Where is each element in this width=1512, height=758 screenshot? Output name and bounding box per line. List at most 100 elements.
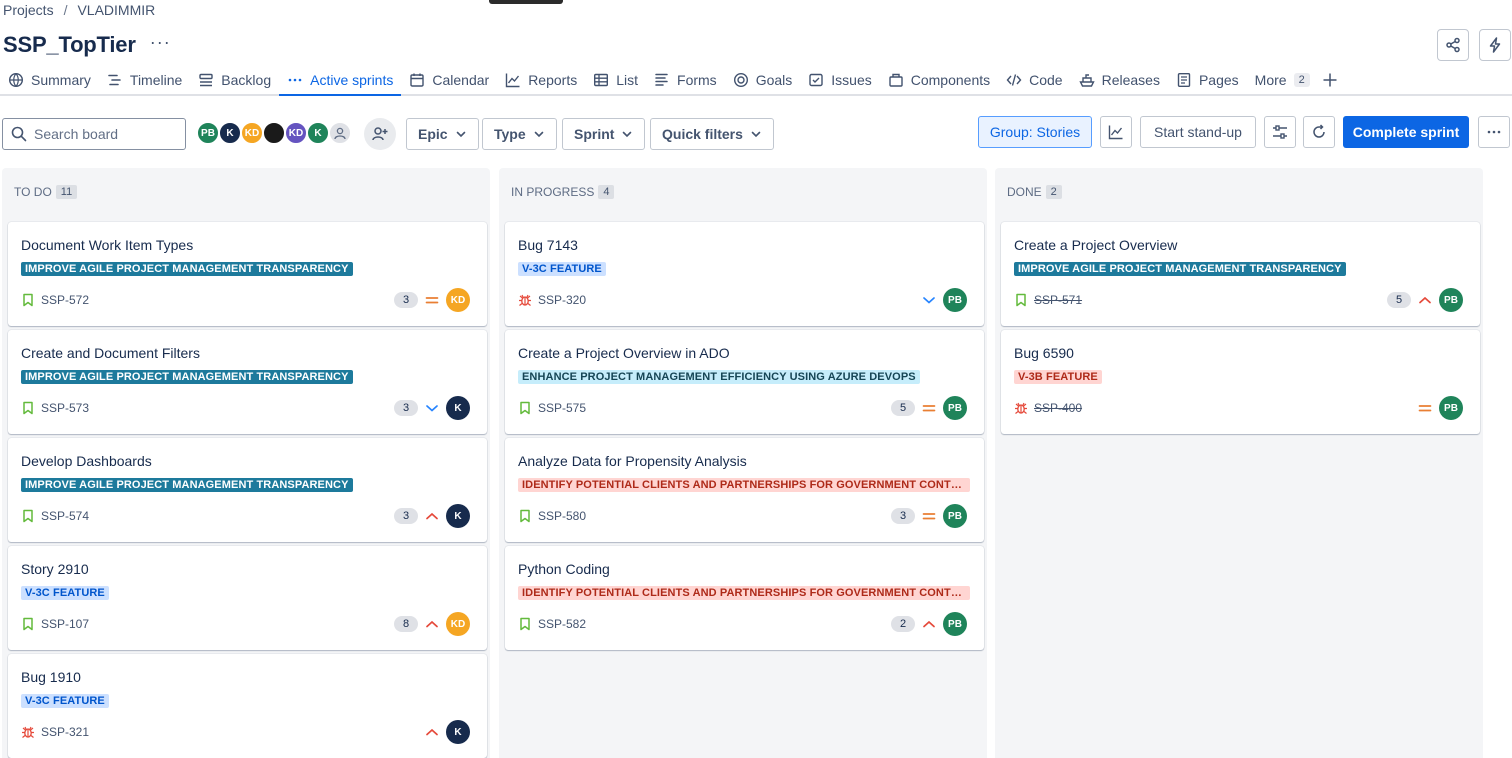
plus-icon — [1322, 72, 1338, 88]
tab-calendar[interactable]: Calendar — [401, 66, 497, 94]
issue-card[interactable]: Bug 6590 V-3B FEATURE SSP-400 PB — [1001, 330, 1480, 434]
epic-badge: IMPROVE AGILE PROJECT MANAGEMENT TRANSPA… — [1014, 262, 1346, 276]
add-tab-button[interactable] — [1318, 66, 1342, 94]
issue-key-text[interactable]: SSP-580 — [538, 509, 586, 523]
epic-badge: V-3C FEATURE — [21, 586, 109, 600]
view-settings-button[interactable] — [1264, 116, 1296, 148]
assignee-avatar[interactable]: KD — [446, 612, 470, 636]
issue-key-text[interactable]: SSP-400 — [1034, 401, 1082, 415]
refresh-icon — [1313, 124, 1325, 138]
tab-label: Calendar — [432, 72, 490, 88]
assignee-avatar[interactable]: KD — [446, 288, 470, 312]
issue-key-text[interactable]: SSP-107 — [41, 617, 89, 631]
list-icon — [593, 72, 609, 88]
filter-sprint-dropdown[interactable]: Sprint — [562, 118, 646, 150]
issue-card[interactable]: Create and Document Filters IMPROVE AGILE… — [8, 330, 487, 434]
filter-quick-filters-dropdown[interactable]: Quick filters — [650, 118, 774, 150]
epic-badge: IDENTIFY POTENTIAL CLIENTS AND PARTNERSH… — [518, 478, 970, 492]
tab-pages[interactable]: Pages — [1168, 66, 1247, 94]
issue-key-text[interactable]: SSP-574 — [41, 509, 89, 523]
tab-goals[interactable]: Goals — [725, 66, 801, 94]
assignee-avatar[interactable]: PB — [1439, 288, 1463, 312]
add-people-button[interactable] — [364, 118, 396, 150]
assignee-avatar[interactable]: PB — [943, 612, 967, 636]
retro-button[interactable] — [1303, 116, 1335, 148]
start-standup-button[interactable]: Start stand-up — [1140, 116, 1256, 148]
story-icon — [1014, 293, 1028, 307]
issue-key-text[interactable]: SSP-320 — [538, 293, 586, 307]
assignee-avatar[interactable]: K — [446, 504, 470, 528]
column-name: DONE — [1007, 185, 1042, 199]
card-meta: 3 KD — [394, 288, 470, 312]
card-title: Create a Project Overview — [1014, 237, 1178, 253]
group-by-button[interactable]: Group: Stories — [978, 116, 1092, 148]
assignee-avatar[interactable]: KD — [284, 121, 308, 145]
issue-card[interactable]: Create a Project Overview in ADO ENHANCE … — [505, 330, 984, 434]
breadcrumb-separator: / — [63, 2, 68, 18]
epic-badge: IDENTIFY POTENTIAL CLIENTS AND PARTNERSH… — [518, 586, 970, 600]
issue-key-text[interactable]: SSP-572 — [41, 293, 89, 307]
tab-components[interactable]: Components — [880, 66, 998, 94]
assignee-avatar[interactable]: K — [446, 720, 470, 744]
issue-card[interactable]: Bug 7143 V-3C FEATURE SSP-320 PB — [505, 222, 984, 326]
assignee-avatar[interactable]: PB — [1439, 396, 1463, 420]
tab-forms[interactable]: Forms — [646, 66, 725, 94]
breadcrumb-projects-link[interactable]: Projects — [3, 2, 54, 18]
assignee-avatar[interactable]: K — [446, 396, 470, 420]
assignee-avatar[interactable] — [328, 121, 352, 145]
card-meta: 8 KD — [394, 612, 470, 636]
filter-label: Sprint — [574, 126, 615, 142]
assignee-avatar[interactable]: K — [306, 121, 330, 145]
tab-label: More — [1254, 72, 1287, 88]
tab-timeline[interactable]: Timeline — [99, 66, 190, 94]
tab-releases[interactable]: Releases — [1071, 66, 1168, 94]
issue-card[interactable]: Create a Project Overview IMPROVE AGILE P… — [1001, 222, 1480, 326]
issue-key-text[interactable]: SSP-575 — [538, 401, 586, 415]
breadcrumb-project-link[interactable]: VLADIMMIR — [77, 2, 155, 18]
filter-type-dropdown[interactable]: Type — [482, 118, 557, 150]
share-button[interactable] — [1437, 29, 1469, 61]
complete-sprint-button[interactable]: Complete sprint — [1343, 116, 1469, 148]
tab-reports[interactable]: Reports — [497, 66, 585, 94]
tab-more[interactable]: More 2 — [1247, 66, 1318, 94]
tab-list[interactable]: List — [585, 66, 646, 94]
assignee-avatar[interactable]: PB — [196, 121, 220, 145]
insights-button[interactable] — [1100, 116, 1132, 148]
lightning-icon — [1489, 37, 1501, 53]
issue-card[interactable]: Bug 1910 V-3C FEATURE SSP-321 K — [8, 654, 487, 758]
search-input[interactable] — [34, 126, 174, 142]
issue-key: SSP-580 — [518, 509, 586, 523]
more-actions-button[interactable]: ··· — [150, 32, 171, 53]
assignee-avatar[interactable]: PB — [943, 396, 967, 420]
search-board[interactable] — [2, 118, 186, 150]
filter-epic-dropdown[interactable]: Epic — [406, 118, 479, 150]
assignee-avatar[interactable]: PB — [943, 504, 967, 528]
assignee-avatar[interactable]: PB — [943, 288, 967, 312]
assignee-avatar[interactable] — [262, 121, 286, 145]
project-tabs: Summary Timeline Backlog Active sprints Cale… — [0, 66, 1512, 96]
issue-card[interactable]: Story 2910 V-3C FEATURE SSP-107 8 KD — [8, 546, 487, 650]
issue-key-text[interactable]: SSP-571 — [1034, 293, 1082, 307]
tab-issues[interactable]: Issues — [800, 66, 879, 94]
board-column-done: DONE 2 Create a Project Overview IMPROVE AG… — [995, 168, 1483, 758]
automation-button[interactable] — [1479, 29, 1511, 61]
column-name: IN PROGRESS — [511, 185, 595, 199]
tab-backlog[interactable]: Backlog — [190, 66, 279, 94]
issue-key-text[interactable]: SSP-573 — [41, 401, 89, 415]
issue-card[interactable]: Analyze Data for Propensity Analysis IDEN… — [505, 438, 984, 542]
board-more-button[interactable] — [1478, 116, 1510, 148]
assignee-avatar[interactable]: K — [218, 121, 242, 145]
issue-card[interactable]: Document Work Item Types IMPROVE AGILE PR… — [8, 222, 487, 326]
tab-summary[interactable]: Summary — [0, 66, 99, 94]
issue-key-text[interactable]: SSP-582 — [538, 617, 586, 631]
card-title: Story 2910 — [21, 561, 89, 577]
issue-key-text[interactable]: SSP-321 — [41, 725, 89, 739]
card-footer: SSP-321 K — [21, 720, 470, 744]
card-meta: 3K — [394, 504, 470, 528]
tab-active-sprints[interactable]: Active sprints — [279, 66, 402, 96]
tab-code[interactable]: Code — [998, 66, 1070, 94]
priority-high-icon — [1417, 292, 1433, 308]
issue-card[interactable]: Develop Dashboards IMPROVE AGILE PROJECT … — [8, 438, 487, 542]
assignee-avatar[interactable]: KD — [240, 121, 264, 145]
issue-card[interactable]: Python Coding IDENTIFY POTENTIAL CLIENTS … — [505, 546, 984, 650]
